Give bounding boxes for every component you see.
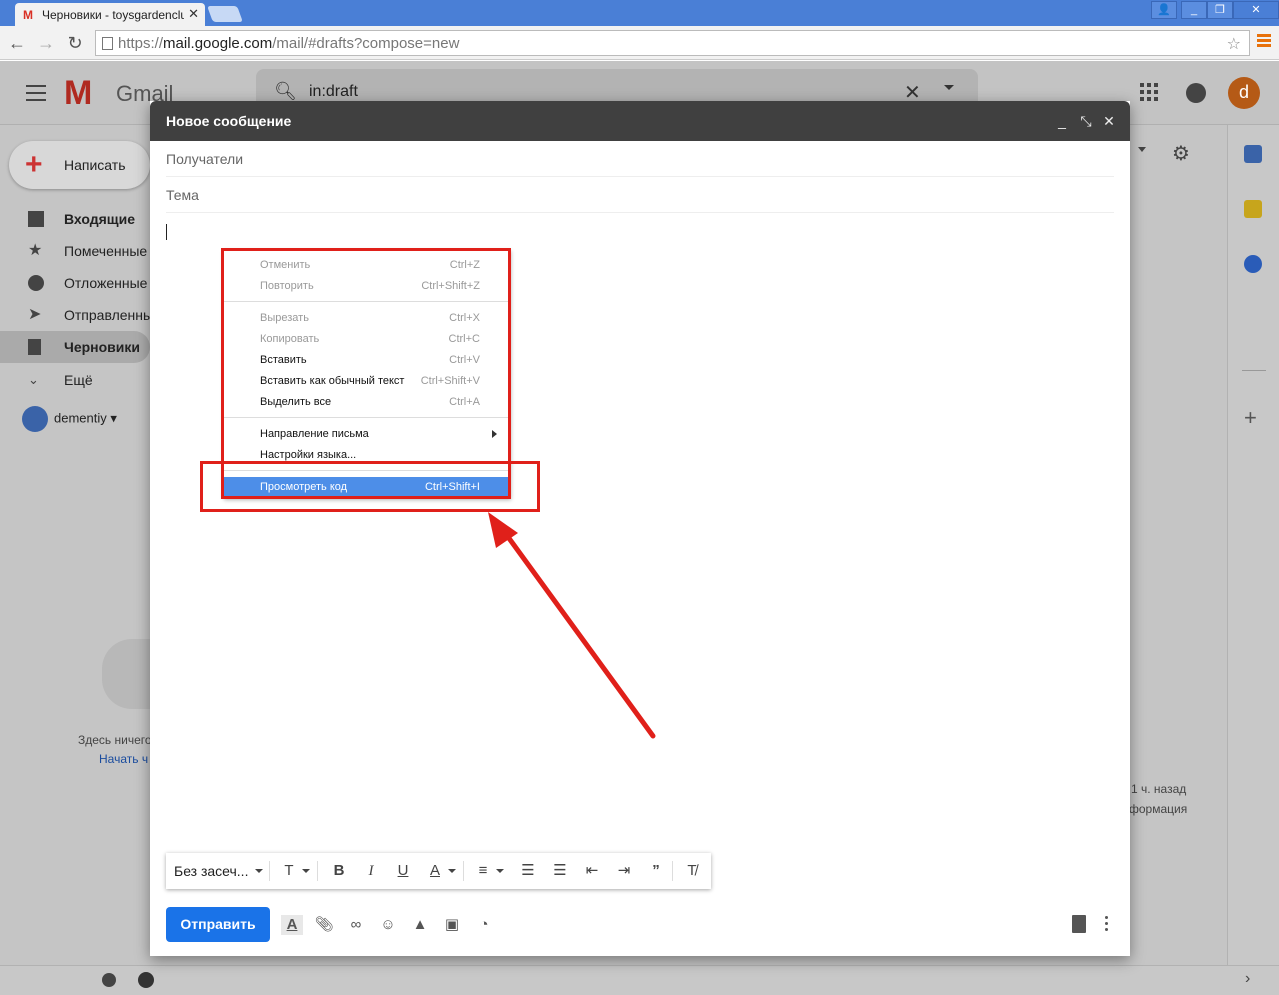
annotation-arrow-icon — [488, 512, 656, 739]
